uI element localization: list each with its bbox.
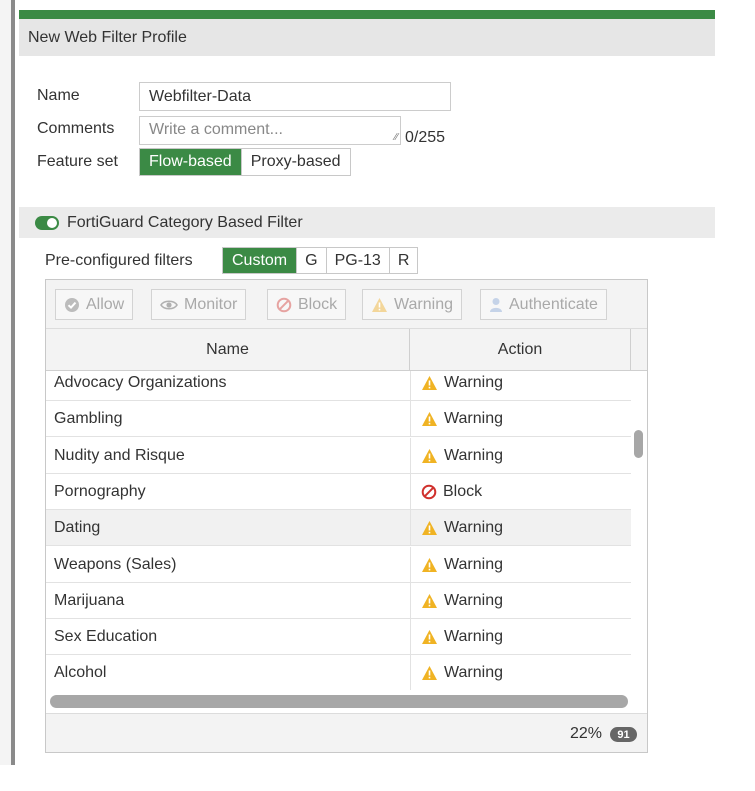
horizontal-scrollbar[interactable]	[50, 695, 628, 708]
table-row[interactable]: Marijuana Warning	[46, 582, 631, 619]
warning-icon	[372, 297, 387, 312]
section-title: FortiGuard Category Based Filter	[67, 213, 303, 231]
check-circle-icon	[65, 297, 79, 312]
table-body: Advocacy Organizations Warning Gambling War…	[46, 371, 631, 690]
scroll-percent: 22%	[570, 725, 603, 742]
warning-label: Warning	[394, 295, 453, 313]
warning-icon	[421, 665, 438, 681]
feature-set-label: Feature set	[37, 153, 118, 170]
table-row[interactable]: Sex Education Warning	[46, 619, 631, 656]
header-accent-bar	[19, 10, 715, 19]
action-label: Warning	[444, 410, 503, 428]
fortiguard-filter-toggle[interactable]	[35, 215, 59, 230]
column-header-action[interactable]: Action	[410, 329, 631, 371]
comment-char-count: 0/255	[405, 129, 446, 146]
filter-r[interactable]: R	[388, 248, 418, 273]
comments-label: Comments	[37, 120, 115, 137]
category-name: Dating	[54, 519, 101, 537]
warning-icon	[421, 448, 438, 464]
feature-set-selector: Flow-based Proxy-based	[139, 148, 351, 176]
warning-icon	[421, 557, 438, 573]
block-label: Block	[298, 295, 338, 313]
block-button[interactable]: Block	[267, 289, 347, 320]
column-header-name[interactable]: Name	[46, 329, 410, 371]
table-footer: 22% 91	[46, 713, 647, 752]
dialog-title-bar: New Web Filter Profile	[19, 19, 715, 56]
authenticate-label: Authenticate	[509, 295, 598, 313]
category-name: Marijuana	[54, 591, 125, 609]
action-label: Warning	[444, 446, 503, 464]
filter-pg-13[interactable]: PG-13	[325, 248, 389, 273]
action-label: Warning	[444, 374, 503, 391]
filter-g[interactable]: G	[296, 248, 325, 273]
category-action[interactable]: Warning	[410, 371, 631, 401]
table-row[interactable]: Advocacy Organizations Warning	[46, 371, 631, 401]
eye-icon	[160, 299, 178, 310]
warning-icon	[421, 520, 438, 536]
feature-set-flow-based[interactable]: Flow-based	[140, 149, 241, 175]
category-name: Advocacy Organizations	[54, 374, 227, 391]
action-toolbar: Allow Monitor Block Warning Authenticate	[46, 280, 647, 329]
action-label: Warning	[444, 591, 503, 609]
row-count-badge: 91	[610, 727, 637, 742]
category-name: Weapons (Sales)	[54, 555, 177, 573]
category-action[interactable]: Warning	[410, 582, 631, 619]
table-row[interactable]: Pornography Block	[46, 473, 631, 510]
warning-icon	[421, 375, 438, 391]
fortiguard-section-header: FortiGuard Category Based Filter	[19, 207, 715, 238]
authenticate-button[interactable]: Authenticate	[480, 289, 607, 320]
category-name: Sex Education	[54, 628, 158, 646]
toggle-knob	[47, 217, 57, 228]
action-label: Warning	[444, 555, 503, 573]
category-name: Nudity and Risque	[54, 446, 185, 464]
vertical-scrollbar[interactable]	[634, 430, 643, 458]
action-label: Warning	[444, 628, 503, 646]
monitor-button[interactable]: Monitor	[151, 289, 247, 320]
warning-icon	[421, 411, 438, 427]
allow-button[interactable]: Allow	[55, 289, 134, 320]
background-panel-edge	[0, 0, 15, 765]
comments-placeholder: Write a comment...	[149, 121, 283, 138]
category-action[interactable]: Block	[410, 473, 631, 510]
block-icon	[276, 297, 292, 312]
filter-custom[interactable]: Custom	[223, 248, 297, 273]
action-label: Warning	[444, 664, 503, 682]
action-label: Warning	[444, 519, 503, 537]
comments-textarea[interactable]: Write a comment... ∕∕	[139, 116, 401, 145]
warning-icon	[421, 629, 438, 645]
horizontal-scrollbar-track	[46, 692, 647, 712]
dialog-title: New Web Filter Profile	[28, 28, 187, 46]
category-name: Gambling	[54, 410, 123, 428]
table-row[interactable]: Weapons (Sales) Warning	[46, 546, 631, 583]
action-label: Block	[443, 482, 483, 500]
table-row[interactable]: Alcohol Warning	[46, 655, 631, 690]
category-name: Pornography	[54, 482, 146, 500]
table-row[interactable]: Nudity and Risque Warning	[46, 437, 631, 474]
allow-label: Allow	[86, 295, 125, 313]
monitor-label: Monitor	[184, 295, 238, 313]
warning-button[interactable]: Warning	[362, 289, 462, 320]
category-action[interactable]: Warning	[410, 437, 631, 474]
category-name: Alcohol	[54, 664, 107, 682]
table-header: Name Action	[46, 329, 647, 371]
category-action[interactable]: Warning	[410, 619, 631, 656]
warning-icon	[421, 593, 438, 609]
category-action[interactable]: Warning	[410, 401, 631, 438]
category-action[interactable]: Warning	[410, 546, 631, 583]
preconfigured-filters-label: Pre-configured filters	[45, 252, 193, 269]
name-label: Name	[37, 87, 80, 104]
table-row[interactable]: Gambling Warning	[46, 401, 631, 438]
user-icon	[490, 297, 502, 312]
category-action[interactable]: Warning	[410, 655, 631, 690]
category-table-panel: Allow Monitor Block Warning Authenticate…	[45, 279, 648, 753]
name-input[interactable]	[139, 82, 451, 111]
feature-set-proxy-based[interactable]: Proxy-based	[240, 149, 350, 175]
preconfigured-filters-selector: Custom G PG-13 R	[222, 247, 419, 274]
table-row[interactable]: Dating Warning	[46, 510, 631, 547]
category-action[interactable]: Warning	[410, 510, 631, 547]
block-icon	[421, 484, 437, 500]
resize-handle-icon[interactable]: ∕∕	[395, 132, 398, 143]
